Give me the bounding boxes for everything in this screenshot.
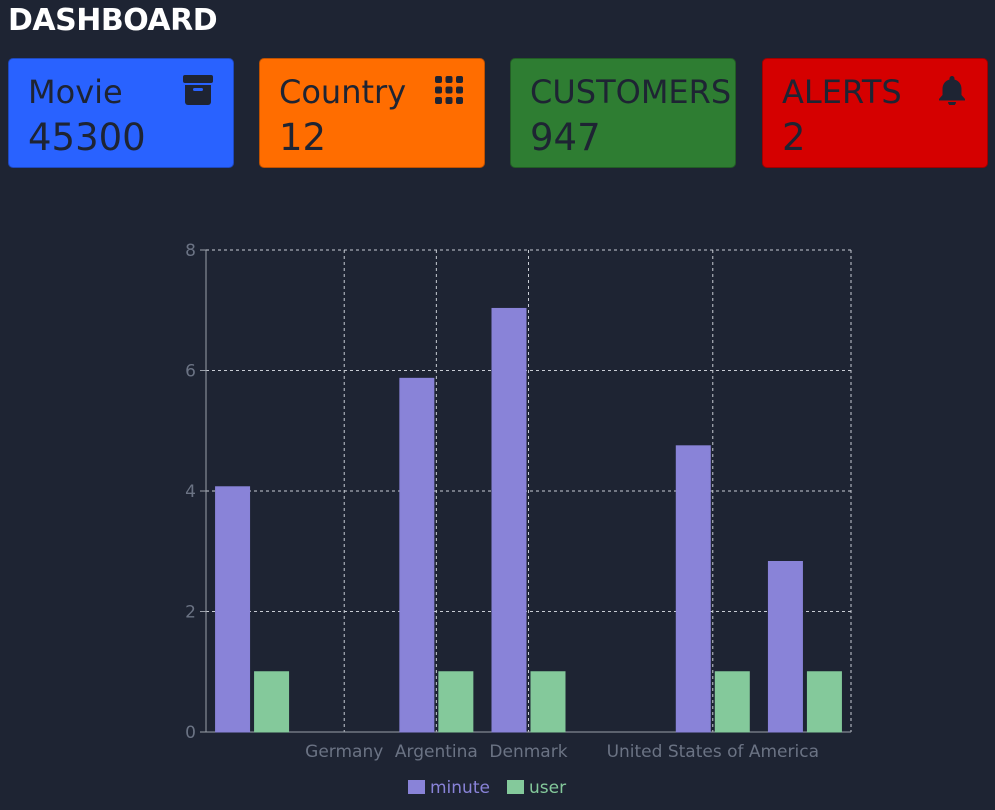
y-tick-label: 8 (185, 241, 196, 261)
legend-item-user[interactable]: user (507, 778, 566, 798)
y-tick-label: 4 (185, 482, 196, 502)
y-tick-label: 0 (185, 723, 196, 743)
x-tick-label: Denmark (489, 742, 567, 762)
minute-bar (767, 560, 803, 733)
user-bar (254, 671, 290, 733)
minute-bar (399, 377, 435, 733)
user-bar (530, 671, 566, 733)
legend-swatch (408, 780, 425, 794)
minute-bar (675, 445, 711, 733)
bar-chart: 0 2 4 6 8 Germany Argentina Denmark United State… (185, 241, 852, 798)
user-bar (806, 671, 842, 733)
x-tick-label: Argentina (395, 742, 478, 762)
legend-label: user (529, 778, 566, 798)
x-tick-label: Germany (305, 742, 383, 762)
chart-legend[interactable]: minute user (408, 778, 566, 798)
user-bar (438, 671, 474, 733)
legend-item-minute[interactable]: minute (408, 778, 490, 798)
y-tick-label: 6 (185, 362, 196, 382)
user-bar (714, 671, 750, 733)
x-tick-label: United States of America (607, 742, 819, 762)
y-tick-label: 2 (185, 603, 196, 623)
minute-bar (215, 486, 251, 733)
legend-label: minute (430, 778, 490, 798)
legend-swatch (507, 780, 524, 794)
chart-grid (206, 249, 852, 732)
minute-bar (491, 307, 527, 733)
